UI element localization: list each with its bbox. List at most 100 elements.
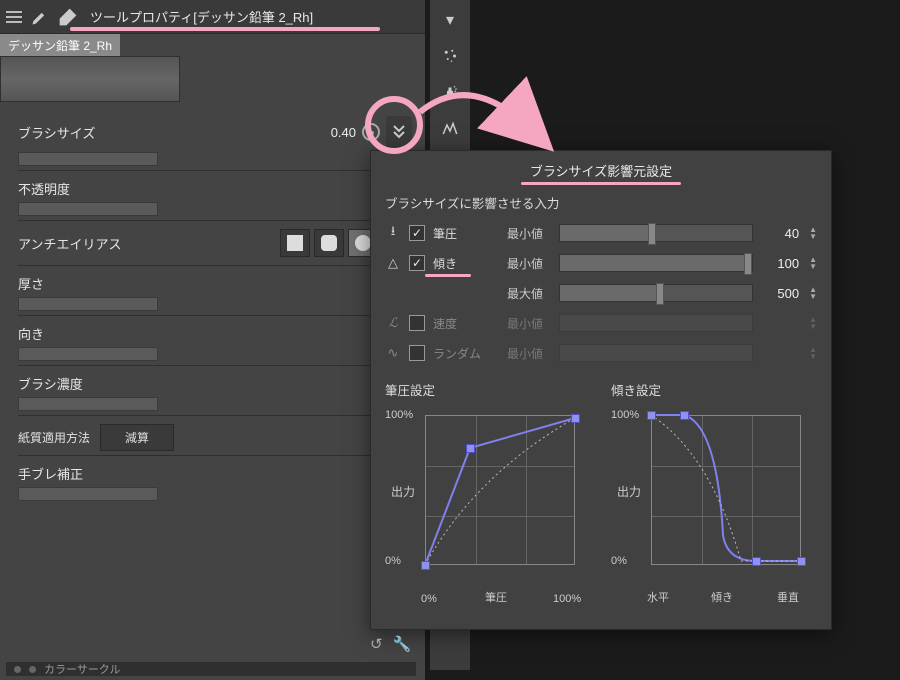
graphs-container: 筆圧設定 100% 出力 0% 0% 筆圧 bbox=[385, 380, 817, 605]
y-0b: 0% bbox=[611, 555, 627, 567]
brush-size-value[interactable]: 0.40 bbox=[331, 125, 356, 140]
aa-label: アンチエイリアス bbox=[18, 234, 121, 253]
tilt-curve bbox=[651, 415, 801, 565]
loop-icon: ∿ bbox=[385, 345, 401, 361]
pressure-checkbox[interactable] bbox=[409, 225, 425, 241]
tilt-graph[interactable]: 100% 出力 0% 水平 傾き 垂直 bbox=[611, 405, 811, 605]
curve-handle[interactable] bbox=[797, 557, 806, 566]
y-100b: 100% bbox=[611, 409, 639, 421]
curve-handle[interactable] bbox=[571, 414, 580, 423]
prop-direction: 向き bbox=[18, 316, 412, 366]
popup-title: ブラシサイズ影響元設定 bbox=[385, 161, 817, 180]
spinner-icon: ▲▼ bbox=[809, 316, 817, 330]
speed-checkbox[interactable] bbox=[409, 315, 425, 331]
tilt-graph-title: 傾き設定 bbox=[611, 380, 817, 399]
annotation-underline-popup-title bbox=[521, 182, 681, 185]
dropdown-icon[interactable]: ▾ bbox=[436, 6, 464, 34]
triangle-icon: △ bbox=[385, 255, 401, 271]
tilt-checkbox[interactable] bbox=[409, 255, 425, 271]
prop-stabilization: 手ブレ補正 bbox=[18, 456, 412, 505]
tilt-min-value[interactable]: 100 bbox=[761, 256, 799, 271]
tilt-max-label: 最大値 bbox=[507, 285, 551, 302]
prop-opacity: 不透明度 bbox=[18, 171, 412, 221]
random-checkbox[interactable] bbox=[409, 345, 425, 361]
paper-method-label: 紙質適用方法 bbox=[18, 429, 90, 446]
dot-icon bbox=[14, 666, 21, 673]
peaks-icon[interactable] bbox=[436, 114, 464, 142]
bottom-label[interactable]: カラーサークル bbox=[44, 661, 120, 677]
curve-handle[interactable] bbox=[421, 561, 430, 570]
pressure-curve bbox=[425, 415, 575, 565]
dot-icon bbox=[29, 666, 36, 673]
paper-method-value: 減算 bbox=[125, 431, 149, 445]
tilt-max-value[interactable]: 500 bbox=[761, 286, 799, 301]
row-tilt-max: 最大値 500 ▲▼ bbox=[385, 278, 817, 308]
pressure-min-label: 最小値 bbox=[507, 225, 551, 242]
splatter-icon[interactable] bbox=[436, 42, 464, 70]
wrench-icon[interactable]: 🔧 bbox=[393, 635, 412, 653]
row-pressure: ⭳ 筆圧 最小値 40 ▲▼ bbox=[385, 218, 817, 248]
direction-slider[interactable] bbox=[18, 347, 158, 361]
y-100: 100% bbox=[385, 409, 413, 421]
speed-min-label: 最小値 bbox=[507, 315, 551, 332]
x-tilt: 傾き bbox=[711, 589, 733, 605]
row-random: ∿ ランダム 最小値 ▲▼ bbox=[385, 338, 817, 368]
pressure-min-value[interactable]: 40 bbox=[761, 226, 799, 241]
brush-size-dynamics-popup: ブラシサイズ影響元設定 ブラシサイズに影響させる入力 ⭳ 筆圧 最小値 40 ▲… bbox=[370, 150, 832, 630]
aa-option-weak[interactable] bbox=[314, 229, 344, 257]
brush-name-tab[interactable]: デッサン鉛筆 2_Rh bbox=[0, 34, 120, 57]
prop-density: ブラシ濃度 bbox=[18, 366, 412, 416]
pressure-min-slider[interactable] bbox=[559, 224, 753, 242]
pen-icon[interactable] bbox=[58, 7, 78, 27]
spinner-icon[interactable]: ▲▼ bbox=[809, 286, 817, 300]
x-0: 0% bbox=[421, 593, 437, 605]
paper-method-select[interactable]: 減算 bbox=[100, 424, 174, 451]
spinner-icon: ▲▼ bbox=[809, 346, 817, 360]
thickness-label: 厚さ bbox=[18, 274, 44, 293]
brush-size-slider[interactable] bbox=[18, 152, 158, 166]
pressure-graph[interactable]: 100% 出力 0% 0% 筆圧 100% bbox=[385, 405, 585, 605]
brush-icon[interactable] bbox=[30, 7, 50, 27]
thickness-slider[interactable] bbox=[18, 297, 158, 311]
reset-icon[interactable]: ↺ bbox=[370, 635, 383, 653]
popup-footer-icons: ↺ 🔧 bbox=[370, 635, 411, 653]
opacity-slider[interactable] bbox=[18, 202, 158, 216]
output-axis-label: 出力 bbox=[391, 483, 415, 500]
tilt-label: 傾き bbox=[433, 255, 499, 272]
spray-icon[interactable] bbox=[436, 78, 464, 106]
pressure-ring-icon[interactable] bbox=[362, 123, 380, 141]
property-list: ブラシサイズ 0.40 不透明度 アンチエイリアス bbox=[18, 108, 412, 505]
density-label: ブラシ濃度 bbox=[18, 374, 83, 393]
curve-handle[interactable] bbox=[680, 411, 689, 420]
curve-handle[interactable] bbox=[752, 557, 761, 566]
tilt-min-slider[interactable] bbox=[559, 254, 753, 272]
prop-brush-size: ブラシサイズ 0.40 bbox=[18, 108, 412, 171]
expand-dynamics-button[interactable] bbox=[386, 116, 412, 148]
menu-icon[interactable] bbox=[6, 11, 22, 23]
density-slider[interactable] bbox=[18, 397, 158, 411]
curve-handle[interactable] bbox=[466, 444, 475, 453]
panel-title: ツールプロパティ[デッサン鉛筆 2_Rh] bbox=[86, 7, 419, 26]
prop-thickness: 厚さ bbox=[18, 266, 412, 316]
spinner-icon[interactable]: ▲▼ bbox=[809, 226, 817, 240]
pressure-label: 筆圧 bbox=[433, 225, 499, 242]
x-horiz: 水平 bbox=[647, 589, 669, 605]
aa-option-none[interactable] bbox=[280, 229, 310, 257]
pressure-graph-col: 筆圧設定 100% 出力 0% 0% 筆圧 bbox=[385, 380, 591, 605]
x-mid: 筆圧 bbox=[485, 589, 507, 605]
tilt-graph-col: 傾き設定 100% 出力 0% 水平 bbox=[611, 380, 817, 605]
direction-label: 向き bbox=[18, 324, 44, 343]
stabilization-slider[interactable] bbox=[18, 487, 158, 501]
y-0: 0% bbox=[385, 555, 401, 567]
x-vert: 垂直 bbox=[777, 589, 799, 605]
tool-property-panel: ツールプロパティ[デッサン鉛筆 2_Rh] デッサン鉛筆 2_Rh ブラシサイズ… bbox=[0, 0, 425, 680]
curve-handle[interactable] bbox=[647, 411, 656, 420]
annotation-underline-title bbox=[70, 27, 380, 31]
download-icon: ⭳ bbox=[385, 222, 401, 244]
row-speed: ℒ 速度 最小値 ▲▼ bbox=[385, 308, 817, 338]
tilt-min-label: 最小値 bbox=[507, 255, 551, 272]
tilt-max-slider[interactable] bbox=[559, 284, 753, 302]
popup-subtitle: ブラシサイズに影響させる入力 bbox=[385, 193, 817, 212]
random-min-label: 最小値 bbox=[507, 345, 551, 362]
spinner-icon[interactable]: ▲▼ bbox=[809, 256, 817, 270]
